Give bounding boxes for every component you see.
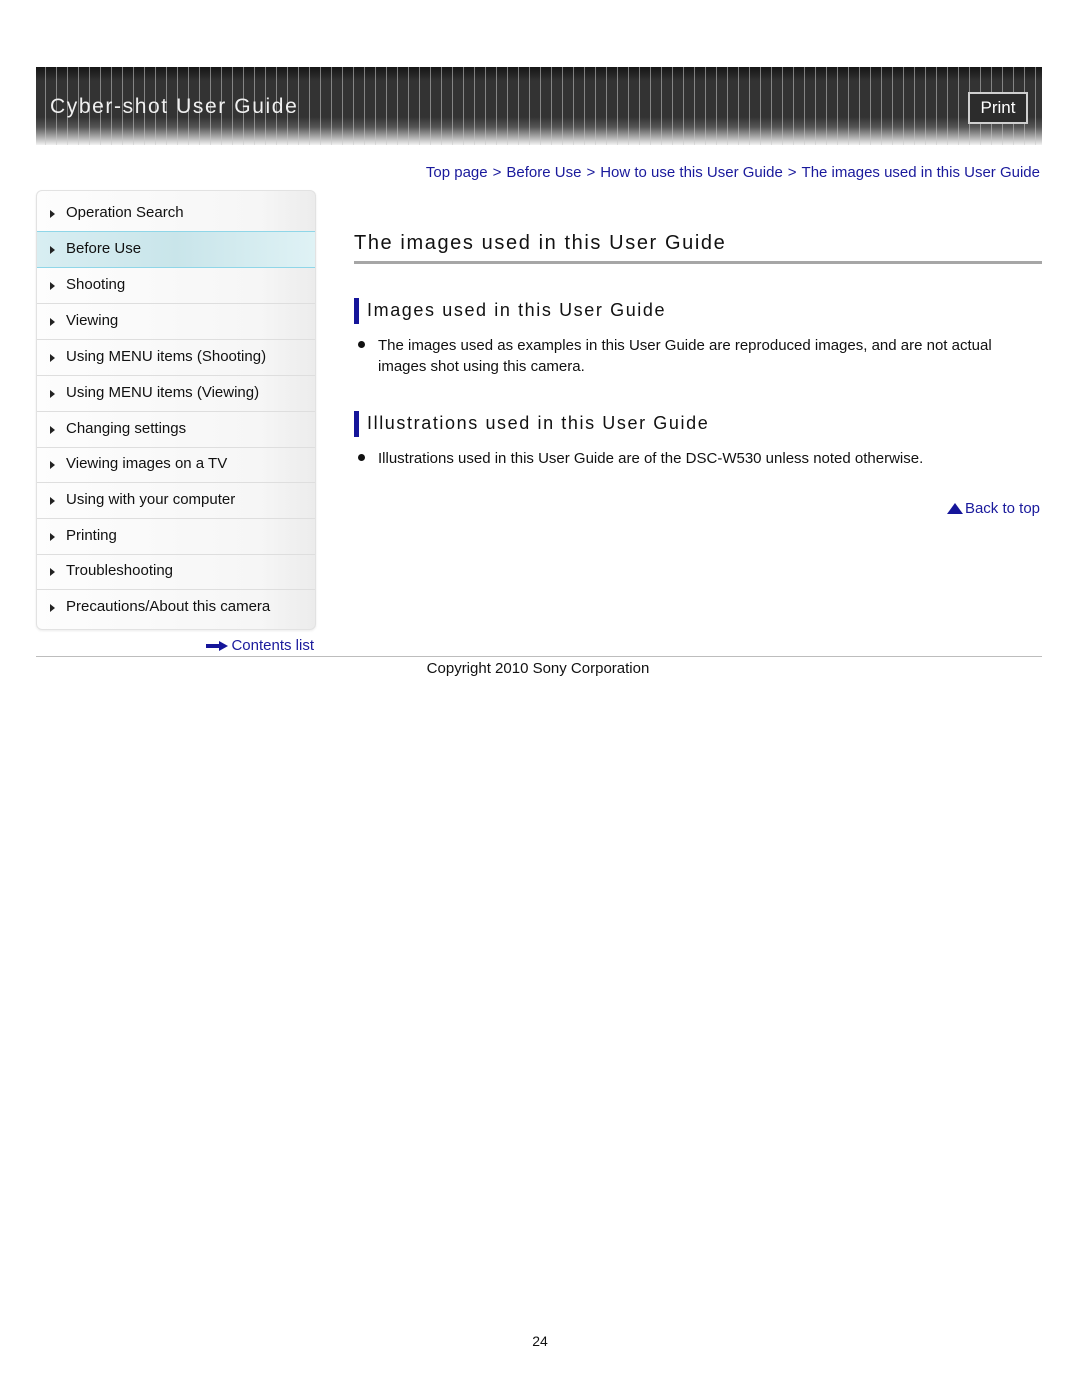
breadcrumb-top-page[interactable]: Top page	[426, 164, 488, 181]
sidebar-item-label: Using MENU items (Viewing)	[66, 384, 260, 401]
triangle-right-icon	[50, 282, 55, 290]
breadcrumb-how-to-use[interactable]: How to use this User Guide	[600, 164, 783, 181]
breadcrumb-current-page[interactable]: The images used in this User Guide	[802, 164, 1040, 181]
sidebar-item-label: Viewing images on a TV	[66, 455, 228, 472]
sidebar-item-label: Shooting	[66, 276, 126, 293]
section-heading-text: Images used in this User Guide	[367, 300, 667, 320]
page-number: 24	[532, 1333, 548, 1349]
triangle-up-icon	[946, 503, 963, 514]
print-button[interactable]: Print	[968, 92, 1028, 124]
breadcrumb-separator: >	[586, 164, 596, 181]
back-to-top-label: Back to top	[964, 500, 1040, 517]
triangle-right-icon	[50, 533, 55, 541]
copyright-text: Copyright 2010 Sony Corporation	[426, 660, 650, 677]
arrow-right-icon	[206, 641, 229, 652]
triangle-right-icon	[50, 246, 55, 254]
sidebar-item-label: Viewing	[66, 312, 119, 329]
breadcrumb-separator: >	[492, 164, 502, 181]
triangle-right-icon	[50, 318, 55, 326]
bullet-text: Illustrations used in this User Guide ar…	[378, 450, 924, 467]
breadcrumb-before-use[interactable]: Before Use	[506, 164, 581, 181]
contents-list-link[interactable]: Contents list	[206, 637, 314, 654]
sidebar-item-label: Before Use	[66, 240, 142, 257]
sidebar-item-before-use[interactable]: Before Use	[37, 231, 315, 268]
back-to-top-link[interactable]: Back to top	[946, 500, 1040, 517]
triangle-right-icon	[50, 461, 55, 469]
triangle-right-icon	[50, 390, 55, 398]
bullet-icon	[358, 454, 365, 461]
triangle-right-icon	[50, 426, 55, 434]
sidebar-item-menu-shooting[interactable]: Using MENU items (Shooting)	[37, 340, 315, 376]
section-marker	[354, 298, 359, 324]
sidebar-item-operation-search[interactable]: Operation Search	[37, 196, 315, 232]
triangle-right-icon	[50, 497, 55, 505]
title-divider	[354, 261, 1042, 264]
sidebar-item-viewing[interactable]: Viewing	[37, 304, 315, 340]
section-marker	[354, 411, 359, 437]
sidebar-item-label: Using MENU items (Shooting)	[66, 348, 267, 365]
sidebar-item-label: Troubleshooting	[66, 562, 174, 579]
breadcrumb: Top page > Before Use > How to use this User…	[426, 164, 1040, 181]
app-title: Cyber-shot User Guide	[50, 95, 299, 118]
page-title: The images used in this User Guide	[354, 232, 727, 254]
bullet-icon	[358, 341, 365, 348]
triangle-right-icon	[50, 604, 55, 612]
sidebar-item-label: Operation Search	[66, 204, 184, 221]
breadcrumb-separator: >	[787, 164, 797, 181]
sidebar-nav: Operation Search Before Use Shooting Vie…	[36, 190, 316, 630]
sidebar-item-shooting[interactable]: Shooting	[37, 268, 315, 304]
triangle-right-icon	[50, 210, 55, 218]
sidebar-item-menu-viewing[interactable]: Using MENU items (Viewing)	[37, 376, 315, 412]
triangle-right-icon	[50, 568, 55, 576]
sidebar-item-computer[interactable]: Using with your computer	[37, 483, 315, 519]
sidebar-item-label: Printing	[66, 527, 117, 544]
sidebar-item-changing-settings[interactable]: Changing settings	[37, 412, 315, 448]
triangle-right-icon	[50, 354, 55, 362]
list-item: Illustrations used in this User Guide ar…	[358, 448, 1042, 470]
list-item: The images used as examples in this User…	[358, 335, 1042, 379]
sidebar-item-label: Changing settings	[66, 420, 187, 437]
sidebar-item-label: Using with your computer	[66, 491, 236, 508]
header-banner: Cyber-shot User Guide Print	[36, 67, 1042, 145]
sidebar-item-troubleshooting[interactable]: Troubleshooting	[37, 554, 315, 590]
bullet-text: The images used as examples in this User…	[378, 337, 992, 375]
sidebar-item-precautions[interactable]: Precautions/About this camera	[37, 590, 315, 625]
contents-list-label: Contents list	[231, 637, 314, 654]
sidebar-item-viewing-tv[interactable]: Viewing images on a TV	[37, 447, 315, 483]
sidebar-item-printing[interactable]: Printing	[37, 519, 315, 555]
footer-divider	[36, 656, 1042, 657]
sidebar-item-label: Precautions/About this camera	[66, 598, 271, 615]
section-heading-text: Illustrations used in this User Guide	[367, 413, 710, 433]
